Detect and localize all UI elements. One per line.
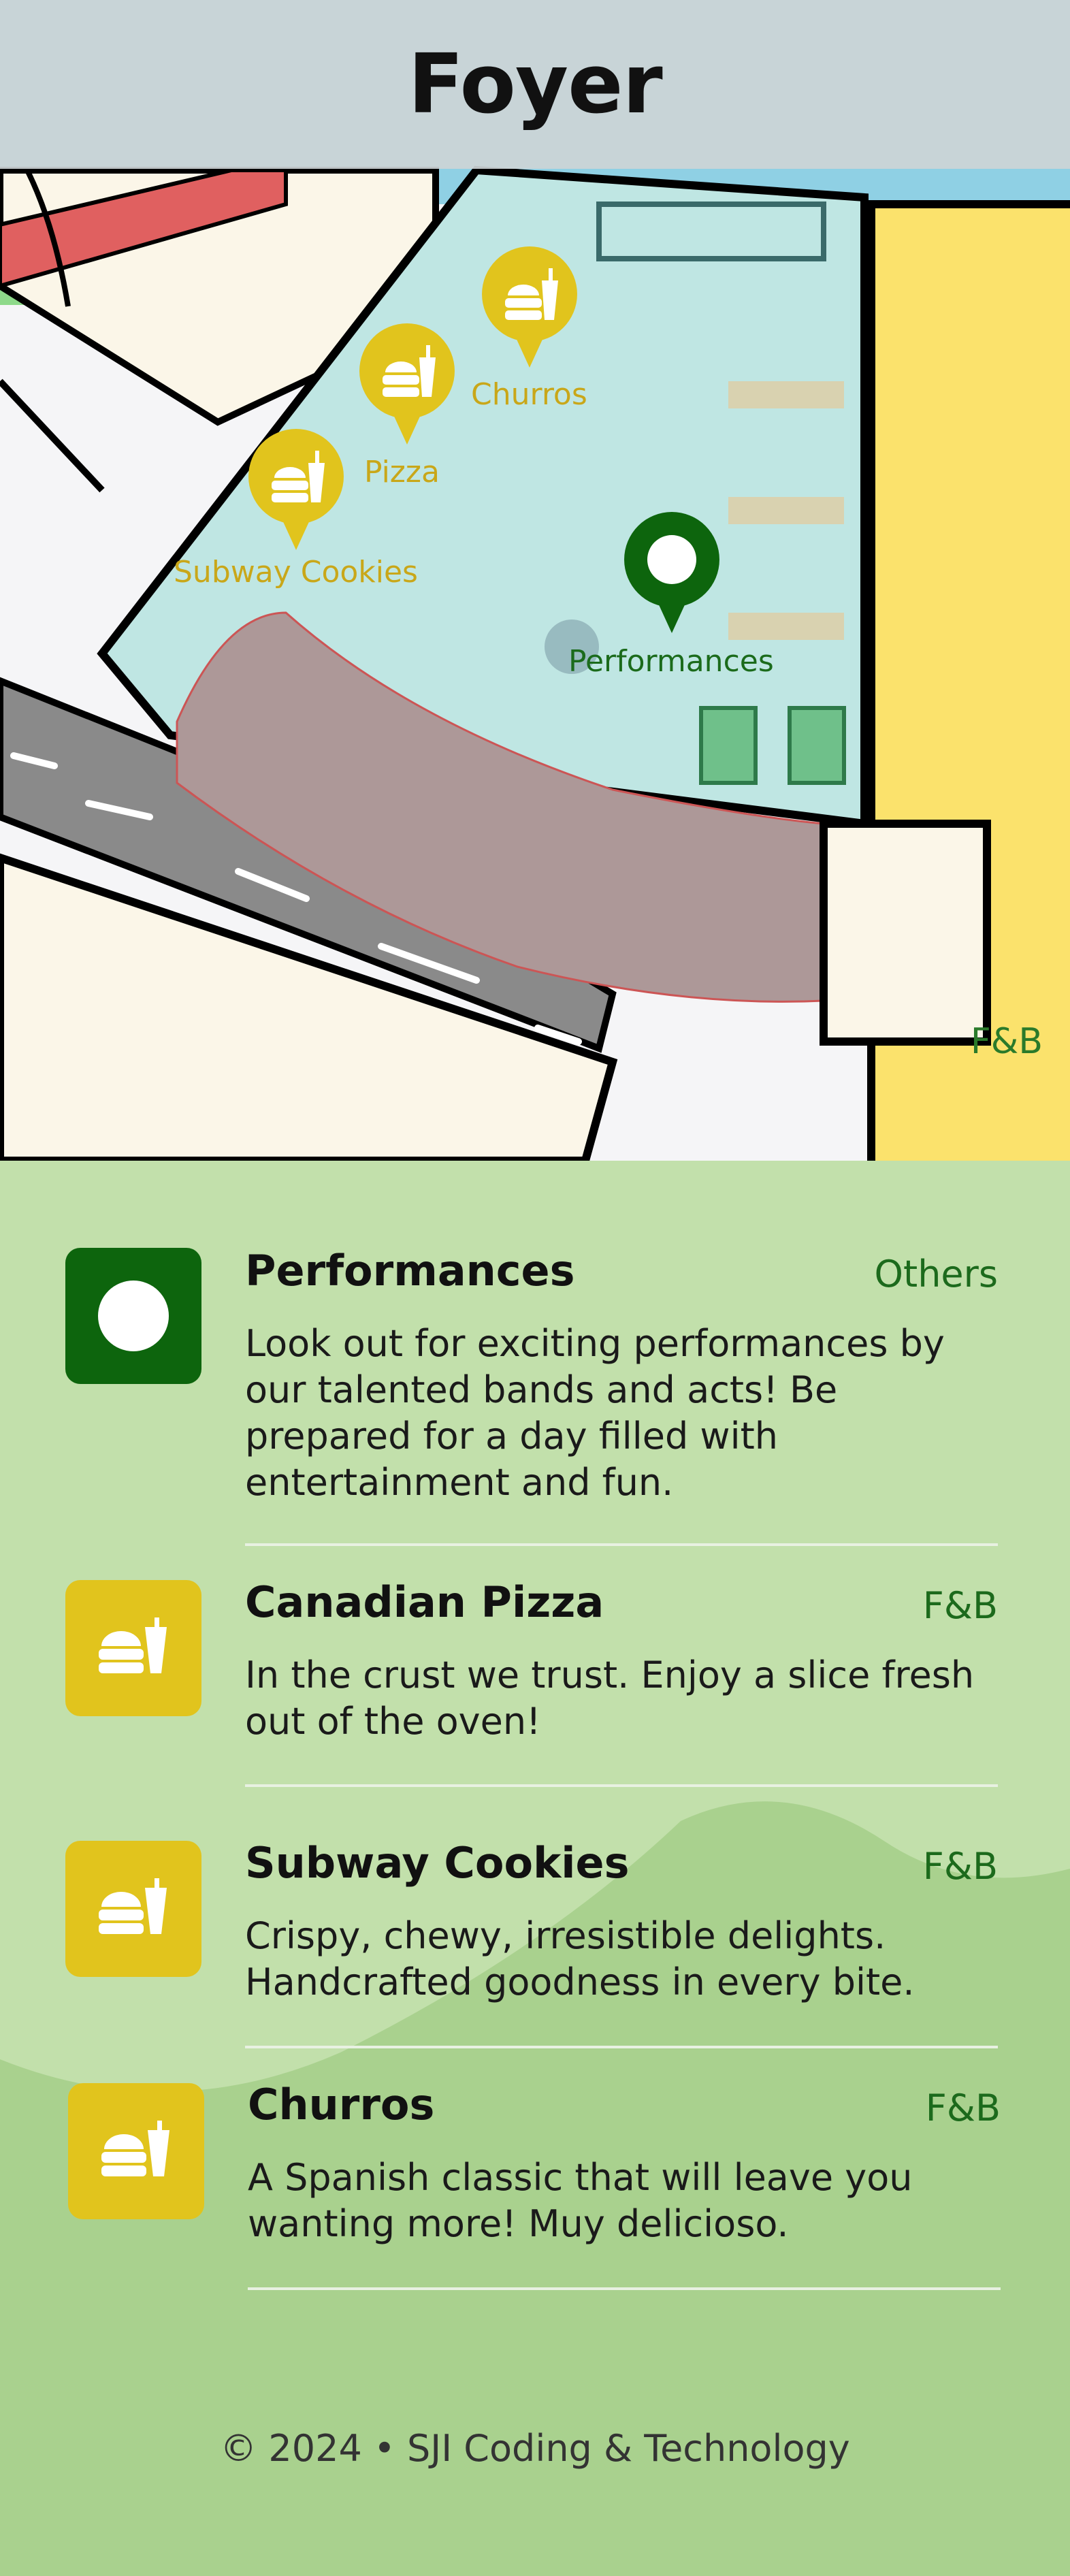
- map-category-label: F&B: [970, 1021, 1043, 1062]
- list-item-icon: [65, 1248, 201, 1384]
- list-item-category: F&B: [922, 1845, 998, 1888]
- page-title: Foyer: [408, 37, 662, 132]
- map-pin-subway-cookies[interactable]: [242, 422, 351, 558]
- map-pin-performances[interactable]: [617, 505, 726, 641]
- food-icon: [101, 2121, 169, 2176]
- map-pin-marker: [248, 429, 344, 550]
- list-item-description: Look out for exciting performances by ou…: [245, 1322, 945, 1504]
- map-pin-marker: [359, 323, 455, 445]
- map-pin-churros[interactable]: [475, 240, 584, 376]
- list-item-description: Crispy, chewy, irresistible delights. Ha…: [245, 1914, 915, 2003]
- list-divider: [245, 2046, 998, 2048]
- list-item-icon: [68, 2083, 204, 2219]
- list-item-title: Churros: [248, 2080, 435, 2129]
- map-pin-label-performances: Performances: [568, 644, 774, 679]
- map-pin-label-subway-cookies: Subway Cookies: [174, 555, 418, 590]
- list-divider: [248, 2287, 1001, 2290]
- list-item-icon: [65, 1580, 201, 1716]
- list-item-category: F&B: [922, 1584, 998, 1627]
- map-pin-marker: [482, 246, 577, 368]
- map-background: [0, 0, 1070, 1161]
- list-divider: [245, 1543, 998, 1546]
- circle-icon: [98, 1281, 169, 1351]
- list-item-icon: [65, 1841, 201, 1977]
- list-item-title: Performances: [245, 1246, 575, 1295]
- page-header: Foyer: [0, 0, 1070, 169]
- map-pin-label-pizza: Pizza: [364, 455, 440, 489]
- food-icon: [99, 1617, 167, 1673]
- footer-copyright: © 2024 • SJI Coding & Technology: [220, 2427, 850, 2470]
- map-pin-pizza[interactable]: [353, 317, 461, 453]
- location-list: Performances Others Look out for excitin…: [0, 1161, 1070, 2576]
- venue-map[interactable]: Churros Pizza Subway Cookies Performance…: [0, 0, 1070, 1161]
- list-item-category: F&B: [925, 2087, 1001, 2129]
- list-item-title: Canadian Pizza: [245, 1577, 604, 1627]
- food-icon: [99, 1878, 167, 1934]
- list-divider: [245, 1784, 998, 1787]
- list-item-description: A Spanish classic that will leave you wa…: [248, 2156, 913, 2245]
- list-item-description: In the crust we trust. Enjoy a slice fre…: [245, 1654, 975, 1743]
- circle-icon: [647, 535, 696, 584]
- list-item-title: Subway Cookies: [245, 1838, 630, 1888]
- map-pin-label-churros: Churros: [471, 377, 587, 412]
- list-item-category: Others: [874, 1253, 998, 1295]
- map-pin-marker: [624, 512, 719, 633]
